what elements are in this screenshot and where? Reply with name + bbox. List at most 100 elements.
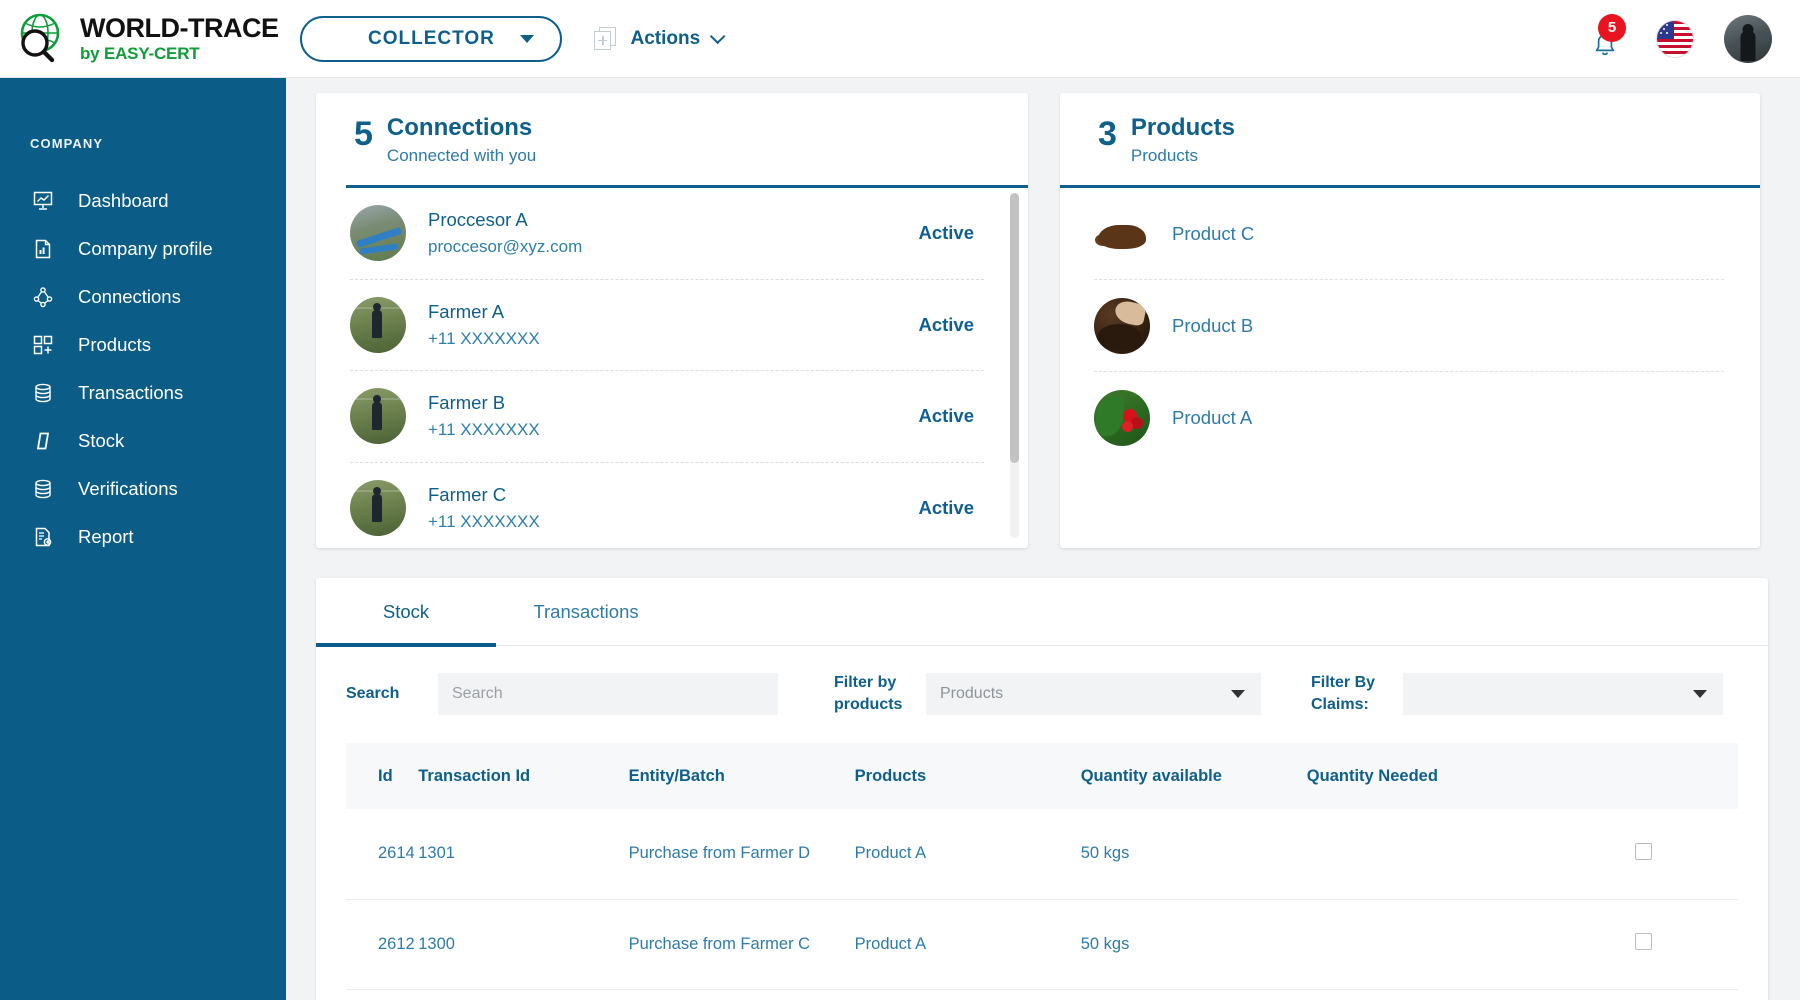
row-checkbox[interactable]	[1634, 933, 1652, 951]
avatar	[1094, 390, 1150, 446]
cell-transaction-id: 1301	[418, 844, 455, 863]
filter-claims-select[interactable]	[1403, 672, 1723, 715]
cell-quantity-available: 50 kgs	[1080, 934, 1130, 953]
sidebar-item-report[interactable]: Report	[0, 513, 286, 561]
connections-card-subtitle: Connected with you	[386, 146, 537, 166]
tab-label: Transactions	[533, 600, 639, 622]
filter-by-products-label: Filter by products	[834, 674, 903, 713]
actions-menu[interactable]: Actions	[594, 26, 726, 51]
sidebar-item-company-profile[interactable]: Company profile	[0, 225, 286, 273]
filter-products-value: Products	[940, 684, 1004, 702]
sidebar-item-stock[interactable]: Stock	[0, 417, 286, 465]
scrollbar-thumb[interactable]	[1010, 193, 1019, 463]
column-header-transaction-id: Transaction Id	[418, 766, 531, 785]
search-input[interactable]	[438, 672, 778, 715]
presentation-chart-icon	[30, 188, 56, 214]
sidebar-item-connections[interactable]: Connections	[0, 273, 286, 321]
sidebar-item-transactions[interactable]: Transactions	[0, 369, 286, 417]
sidebar: COMPANY Dashboard Company profile Connec…	[0, 78, 286, 1000]
filter-products-select[interactable]: Products	[926, 672, 1261, 715]
chevron-down-icon	[1231, 689, 1245, 698]
connection-name: Farmer B	[428, 392, 506, 414]
sidebar-item-products[interactable]: Products	[0, 321, 286, 369]
table-row[interactable]: 2612 1300 Purchase from Farmer C Product…	[346, 899, 1738, 990]
tab-label: Stock	[382, 600, 430, 622]
avatar	[1094, 297, 1150, 354]
column-header-select	[1549, 743, 1738, 809]
us-flag-icon[interactable]	[1656, 19, 1694, 58]
sidebar-item-label: Report	[78, 526, 134, 547]
sidebar-item-label: Company profile	[78, 238, 213, 259]
role-selector-button[interactable]: COLLECTOR	[300, 15, 563, 62]
grid-plus-icon	[30, 332, 56, 358]
brand-logo[interactable]: WORLD-TRACE by EASY-CERT	[14, 11, 279, 67]
connections-list: Proccesor A proccesor@xyz.com Active Far…	[316, 188, 1028, 548]
sidebar-item-label: Dashboard	[78, 190, 169, 211]
document-chart-icon	[30, 236, 56, 262]
column-header-quantity-available: Quantity available	[1080, 766, 1222, 785]
user-avatar[interactable]	[1724, 14, 1772, 63]
products-list: Product C Product B Product A	[1060, 188, 1760, 548]
box-icon	[30, 428, 56, 454]
connection-row[interactable]: Farmer B +11 XXXXXXX Active	[350, 371, 984, 463]
chevron-down-icon	[1693, 689, 1707, 698]
cell-select	[1549, 899, 1738, 989]
add-pages-icon	[594, 26, 618, 51]
sidebar-item-label: Transactions	[78, 382, 184, 403]
sidebar-item-label: Connections	[78, 286, 181, 307]
actions-label: Actions	[630, 27, 701, 49]
products-card-header: 3 Products Products	[1060, 93, 1760, 166]
sidebar-item-verifications[interactable]: Verifications	[0, 465, 286, 513]
sidebar-item-dashboard[interactable]: Dashboard	[0, 177, 286, 225]
globe-magnifier-icon	[14, 11, 70, 67]
row-checkbox[interactable]	[1634, 842, 1652, 860]
connections-card-title: Connections	[386, 114, 533, 141]
products-card: 3 Products Products Product C Product B	[1060, 93, 1760, 548]
notifications-button[interactable]: 5	[1586, 13, 1626, 62]
sidebar-section-heading: COMPANY	[30, 136, 104, 151]
filter-by-claims-label: Filter By Claims:	[1311, 674, 1376, 713]
cell-entity-batch: Purchase from Farmer D	[628, 844, 811, 863]
product-name: Product A	[1172, 407, 1253, 428]
sidebar-item-label: Products	[78, 334, 152, 355]
stock-table: Id Transaction Id Entity/Batch Products …	[346, 743, 1738, 990]
products-count: 3	[1098, 115, 1117, 153]
notification-count-badge: 5	[1598, 13, 1626, 42]
sidebar-item-label: Stock	[78, 430, 125, 451]
status-badge: Active	[918, 222, 974, 244]
role-selector-label: COLLECTOR	[368, 27, 495, 49]
products-card-title: Products	[1130, 114, 1235, 141]
panel-tabs: Stock Transactions	[316, 578, 1768, 647]
product-row[interactable]: Product C	[1094, 188, 1724, 280]
product-row[interactable]: Product B	[1094, 280, 1724, 372]
cell-product: Product A	[854, 844, 927, 863]
cell-transaction-id: 1300	[418, 934, 455, 953]
filters-row: Search Filter by products Products Filte…	[316, 646, 1768, 715]
tab-stock[interactable]: Stock	[316, 578, 496, 647]
connections-card: 5 Connections Connected with you Procces…	[316, 93, 1028, 548]
connections-scrollbar[interactable]	[1010, 193, 1019, 538]
main-content: 5 Connections Connected with you Procces…	[286, 78, 1800, 1000]
tab-transactions[interactable]: Transactions	[496, 578, 676, 645]
cell-select	[1549, 809, 1738, 899]
table-row[interactable]: 2614 1301 Purchase from Farmer D Product…	[346, 809, 1738, 900]
chevron-down-icon	[520, 34, 535, 43]
product-row[interactable]: Product A	[1094, 372, 1724, 464]
summary-cards-row: 5 Connections Connected with you Procces…	[286, 78, 1800, 548]
cell-quantity-available: 50 kgs	[1080, 844, 1130, 863]
column-header-quantity-needed: Quantity Needed	[1306, 766, 1438, 785]
cell-quantity-needed	[1307, 809, 1549, 899]
topbar-right-group: 5	[1586, 13, 1772, 63]
brand-title: WORLD-TRACE	[80, 13, 279, 43]
search-label: Search	[346, 684, 400, 702]
chevron-down-icon	[709, 28, 726, 45]
column-header-products: Products	[854, 766, 927, 785]
product-name: Product C	[1172, 222, 1255, 244]
connection-row[interactable]: Farmer A +11 XXXXXXX Active	[350, 280, 984, 371]
connection-row[interactable]: Proccesor A proccesor@xyz.com Active	[350, 188, 984, 280]
connection-row[interactable]: Farmer C +11 XXXXXXX Active	[350, 463, 984, 549]
coins-stack-icon	[30, 380, 56, 406]
connection-detail: +11 XXXXXXX	[428, 420, 540, 440]
avatar	[350, 388, 406, 445]
table-body: 2614 1301 Purchase from Farmer D Product…	[346, 809, 1738, 990]
